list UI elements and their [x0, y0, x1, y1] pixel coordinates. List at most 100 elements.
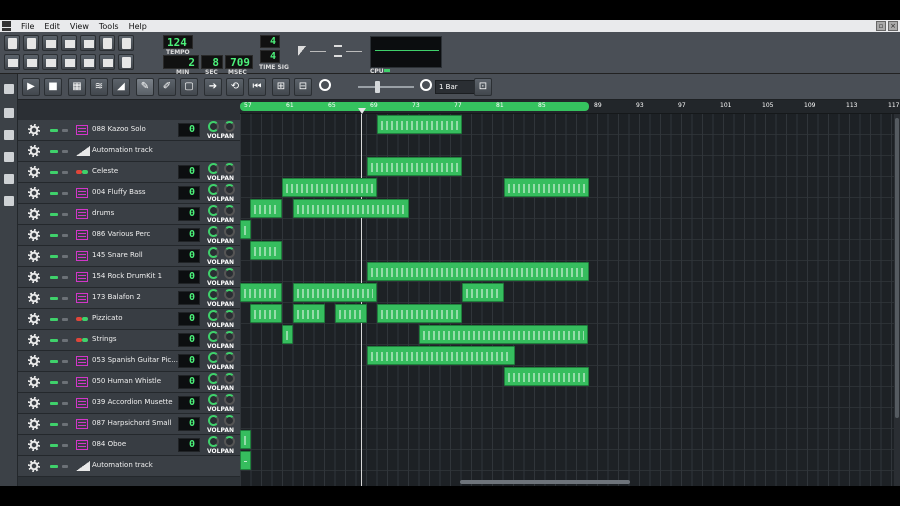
new-from-template-icon[interactable] — [23, 35, 39, 51]
mute-toggle[interactable] — [50, 402, 58, 405]
pattern-clip[interactable] — [335, 304, 367, 323]
automation-editor-icon[interactable] — [61, 54, 77, 70]
pattern-clip[interactable] — [240, 220, 251, 239]
pattern-clip[interactable] — [293, 283, 377, 302]
track-row[interactable]: 004 Fluffy Bass 0 VOLPAN — [18, 183, 240, 204]
solo-toggle[interactable] — [62, 234, 68, 237]
zoom-slider-knob[interactable] — [375, 81, 380, 93]
select-mode-icon[interactable]: ▢ — [180, 78, 198, 96]
solo-toggle[interactable] — [62, 276, 68, 279]
pattern-clip[interactable] — [462, 283, 504, 302]
back-to-start-icon[interactable]: ⏮ — [248, 78, 266, 96]
home-folder-icon[interactable] — [4, 174, 14, 184]
gear-icon[interactable] — [28, 187, 40, 199]
master-volume-slider[interactable] — [310, 51, 326, 52]
pattern-clip[interactable] — [250, 199, 282, 218]
pattern-clip[interactable] — [504, 367, 589, 386]
track-row[interactable]: 084 Oboe 0 VOLPAN — [18, 435, 240, 456]
track-row[interactable]: 145 Snare Roll 0 VOLPAN — [18, 246, 240, 267]
solo-toggle[interactable] — [62, 297, 68, 300]
menu-file[interactable]: File — [16, 22, 39, 31]
track-name[interactable]: Automation track — [92, 146, 182, 154]
solo-toggle[interactable] — [62, 423, 68, 426]
samples-icon[interactable] — [4, 130, 14, 140]
volume-knob[interactable] — [208, 415, 219, 426]
track-row[interactable]: Celeste 0 VOLPAN — [18, 162, 240, 183]
track-name[interactable]: 087 Harpsichord Small — [92, 419, 182, 427]
recent-projects-icon[interactable] — [61, 35, 77, 51]
panning-knob[interactable] — [224, 352, 235, 363]
mixer-channel-display[interactable]: 0 — [178, 207, 200, 221]
play-icon[interactable]: ▶ — [22, 78, 40, 96]
panning-knob[interactable] — [224, 184, 235, 195]
new-project-icon[interactable] — [4, 35, 20, 51]
track-name[interactable]: 154 Rock DrumKit 1 — [92, 272, 182, 280]
solo-toggle[interactable] — [62, 444, 68, 447]
stop-icon[interactable]: ■ — [44, 78, 62, 96]
gear-icon[interactable] — [28, 418, 40, 430]
add-sample-track-icon[interactable]: ≋ — [90, 78, 108, 96]
volume-knob[interactable] — [208, 394, 219, 405]
track-name[interactable]: Pizzicato — [92, 314, 182, 322]
panning-knob[interactable] — [224, 394, 235, 405]
mixer-channel-display[interactable]: 0 — [178, 228, 200, 242]
mute-toggle[interactable] — [50, 192, 58, 195]
volume-knob[interactable] — [208, 121, 219, 132]
solo-toggle[interactable] — [62, 360, 68, 363]
controller-rack-icon[interactable] — [99, 54, 115, 70]
mute-toggle[interactable] — [50, 360, 58, 363]
volume-knob[interactable] — [208, 352, 219, 363]
menu-tools[interactable]: Tools — [94, 22, 124, 31]
mute-toggle[interactable] — [50, 444, 58, 447]
menu-help[interactable]: Help — [124, 22, 152, 31]
track-row[interactable]: Automation track — [18, 456, 240, 477]
mute-toggle[interactable] — [50, 213, 58, 216]
gear-icon[interactable] — [28, 271, 40, 283]
mute-toggle[interactable] — [50, 465, 58, 468]
mixer-channel-display[interactable]: 0 — [178, 123, 200, 137]
gear-icon[interactable] — [28, 229, 40, 241]
close-icon[interactable]: × — [888, 21, 898, 31]
mute-toggle[interactable] — [50, 255, 58, 258]
pattern-clip[interactable] — [367, 157, 462, 176]
menu-view[interactable]: View — [65, 22, 94, 31]
pattern-clip[interactable] — [293, 199, 409, 218]
volume-knob[interactable] — [208, 247, 219, 258]
gear-icon[interactable] — [28, 166, 40, 178]
mute-toggle[interactable] — [50, 150, 58, 153]
mute-toggle[interactable] — [50, 297, 58, 300]
track-name[interactable]: drums — [92, 209, 182, 217]
add-beat-track-icon[interactable]: ▦ — [68, 78, 86, 96]
mixer-channel-display[interactable]: 0 — [178, 417, 200, 431]
gear-icon[interactable] — [28, 313, 40, 325]
gear-icon[interactable] — [28, 208, 40, 220]
mute-toggle[interactable] — [50, 129, 58, 132]
gear-icon[interactable] — [28, 145, 40, 157]
volume-knob[interactable] — [208, 205, 219, 216]
gear-icon[interactable] — [28, 124, 40, 136]
pattern-clip[interactable] — [240, 430, 251, 449]
track-name[interactable]: 039 Accordion Musette — [92, 398, 182, 406]
restore-icon[interactable]: ▫ — [876, 21, 886, 31]
pattern-clip[interactable] — [282, 325, 293, 344]
panning-knob[interactable] — [224, 226, 235, 237]
gear-icon[interactable] — [28, 250, 40, 262]
solo-toggle[interactable] — [62, 129, 68, 132]
volume-knob[interactable] — [208, 268, 219, 279]
song-grid[interactable] — [240, 114, 900, 486]
time-sig-numerator[interactable]: 4 — [260, 35, 280, 48]
pattern-clip[interactable] — [367, 346, 515, 365]
solo-toggle[interactable] — [62, 171, 68, 174]
track-name[interactable]: 004 Fluffy Bass — [92, 188, 182, 196]
volume-knob[interactable] — [208, 184, 219, 195]
solo-toggle[interactable] — [62, 150, 68, 153]
app-grid-icon[interactable] — [2, 21, 12, 31]
mute-toggle[interactable] — [50, 276, 58, 279]
panning-knob[interactable] — [224, 247, 235, 258]
piano-roll-icon[interactable] — [42, 54, 58, 70]
scroll-thumb[interactable] — [895, 118, 899, 418]
gear-icon[interactable] — [28, 334, 40, 346]
beat-editor-icon[interactable] — [23, 54, 39, 70]
mixer-channel-display[interactable]: 0 — [178, 375, 200, 389]
pattern-clip[interactable] — [419, 325, 588, 344]
